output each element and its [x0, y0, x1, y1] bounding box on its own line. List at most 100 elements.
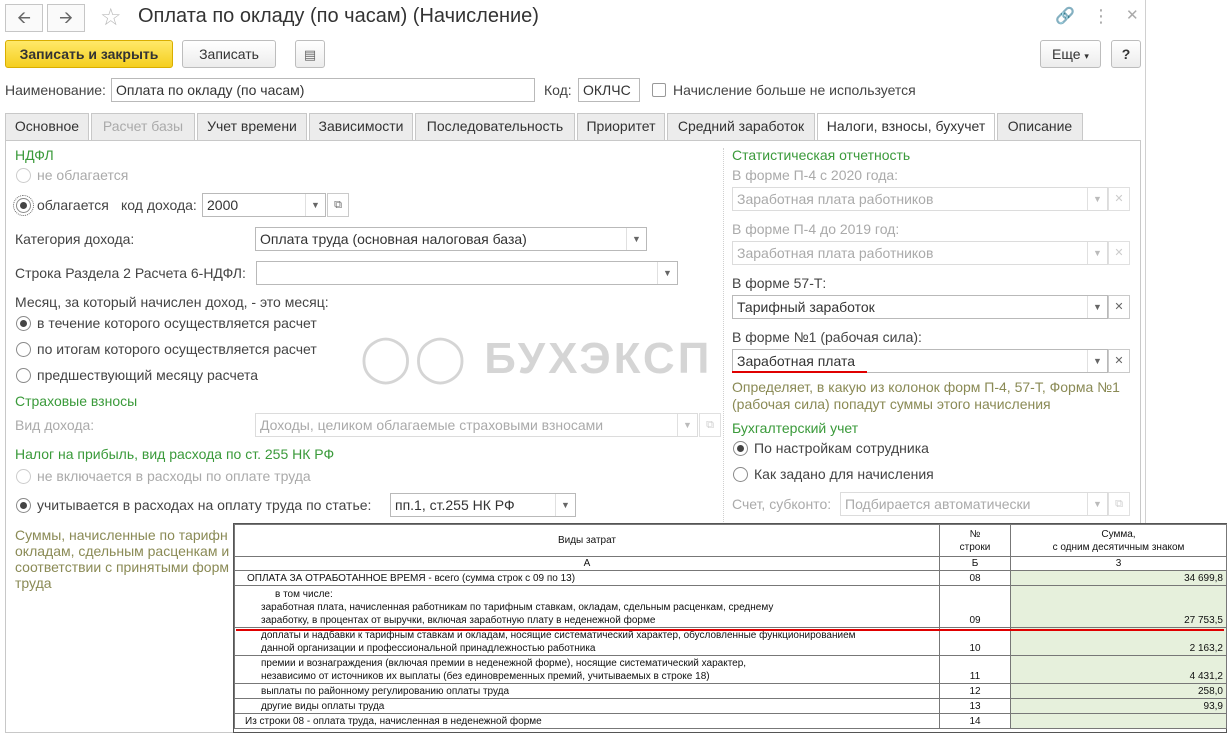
name-input[interactable]: Оплата по окладу (по часам) — [111, 78, 535, 102]
row-text: ОПЛАТА ЗА ОТРАБОТАННОЕ ВРЕМЯ - всего (су… — [234, 570, 940, 586]
month-result-radio[interactable] — [16, 342, 31, 357]
acc-by-employee-label: По настройкам сотрудника — [754, 440, 929, 456]
income-category-value: Оплата труда (основная налоговая база) — [260, 231, 527, 247]
forward-button[interactable]: 🡪 — [47, 4, 85, 32]
tab-main[interactable]: Основное — [5, 113, 89, 140]
form1-select[interactable]: Заработная плата ▼ — [732, 349, 1108, 373]
menu-dots-icon[interactable]: ⋮ — [1092, 6, 1110, 27]
open-icon[interactable]: ⧉ — [1108, 492, 1130, 516]
tab-bar: Основное Расчет базы Учет времени Зависи… — [5, 113, 1145, 141]
profit-included-label: учитывается в расходах на оплату труда п… — [37, 497, 372, 513]
code-input[interactable]: ОКЛЧС — [578, 78, 640, 102]
table-row: другие виды оплаты труда 13 93,9 — [234, 698, 1227, 714]
ndfl-section-title: НДФЛ — [15, 147, 54, 163]
close-icon[interactable]: ✕ — [1126, 6, 1139, 24]
tab-sequence[interactable]: Последовательность — [415, 113, 575, 140]
row-09-highlight-underline — [236, 629, 1224, 631]
chevron-down-icon[interactable]: ▼ — [1087, 493, 1107, 515]
chevron-down-icon[interactable]: ▼ — [677, 414, 697, 436]
row-code: 09 — [939, 585, 1011, 628]
profit-included-radio[interactable] — [16, 498, 31, 513]
open-icon[interactable]: ⧉ — [699, 413, 721, 437]
acc-as-specified-radio[interactable] — [733, 467, 748, 482]
income-code-label: код дохода: — [121, 197, 197, 213]
month-result-label: по итогам которого осуществляется расчет — [37, 341, 317, 357]
row-sum: 93,9 — [1010, 698, 1227, 714]
month-previous-radio[interactable] — [16, 368, 31, 383]
form57-label: В форме 57-Т: — [732, 275, 827, 291]
income-code-select[interactable]: 2000 ▼ — [202, 193, 326, 217]
document-list-icon: ▤ — [303, 47, 317, 62]
chevron-down-icon[interactable]: ▼ — [305, 194, 325, 216]
tab-priority[interactable]: Приоритет — [577, 113, 665, 140]
form57-value: Тарифный заработок — [737, 299, 875, 315]
row-text: выплаты по районному регулированию оплат… — [234, 683, 940, 699]
tab-base-calculation[interactable]: Расчет базы — [91, 113, 195, 140]
clear-icon[interactable]: ✕ — [1108, 349, 1130, 373]
tab-time-accounting[interactable]: Учет времени — [197, 113, 307, 140]
income-category-select[interactable]: Оплата труда (основная налоговая база) ▼ — [255, 227, 647, 251]
tab-taxes-contributions-accounting[interactable]: Налоги, взносы, бухучет — [817, 113, 995, 141]
account-select[interactable]: Подбирается автоматически ▼ — [840, 492, 1108, 516]
tab-average-earnings[interactable]: Средний заработок — [667, 113, 815, 140]
income-type-value: Доходы, целиком облагаемые страховыми вз… — [260, 417, 604, 433]
note-line-1: Суммы, начисленные по тарифн — [15, 527, 228, 543]
row-code: 14 — [939, 713, 1011, 729]
help-button[interactable]: ? — [1111, 40, 1141, 68]
chevron-down-icon[interactable]: ▼ — [1087, 242, 1107, 264]
form-hint-line-1: Определяет, в какую из колонок форм П-4,… — [732, 379, 1120, 395]
save-and-close-button[interactable]: Записать и закрыть — [5, 40, 173, 68]
form57-select[interactable]: Тарифный заработок ▼ — [732, 295, 1108, 319]
chevron-down-icon[interactable]: ▼ — [1087, 188, 1107, 210]
clear-icon[interactable]: ✕ — [1108, 295, 1130, 319]
p4-2020-select[interactable]: Заработная плата работников ▼ — [732, 187, 1108, 211]
profit-article-select[interactable]: пп.1, ст.255 НК РФ ▼ — [390, 493, 576, 517]
chevron-down-icon[interactable]: ▼ — [1087, 296, 1107, 318]
row-text: премии и вознаграждения (включая премии … — [234, 655, 940, 684]
watermark: ◯◯ БУХЭКСП — [360, 330, 712, 384]
ndfl-taxed-radio[interactable] — [13, 195, 34, 216]
arrow-right-icon: 🡪 — [59, 8, 73, 27]
clear-icon[interactable]: ✕ — [1108, 241, 1130, 265]
tab-dependencies[interactable]: Зависимости — [309, 113, 413, 140]
star-icon[interactable]: ☆ — [100, 3, 122, 32]
stats-section-title: Статистическая отчетность — [732, 147, 911, 163]
more-label: Еще — [1052, 46, 1081, 62]
arrow-left-icon: 🡨 — [17, 8, 31, 27]
letter-a: А — [234, 556, 940, 571]
chevron-down-icon[interactable]: ▼ — [555, 494, 575, 516]
section2-select[interactable]: ▼ — [256, 261, 678, 285]
month-previous-label: предшествующий месяцу расчета — [37, 367, 259, 383]
chevron-down-icon[interactable]: ▼ — [626, 228, 646, 250]
form1-highlight-underline — [732, 371, 867, 373]
document-list-button[interactable]: ▤ — [295, 40, 325, 68]
more-button[interactable]: Еще ▾ — [1040, 40, 1101, 68]
clear-icon[interactable]: ✕ — [1108, 187, 1130, 211]
chevron-down-icon[interactable]: ▼ — [1087, 350, 1107, 372]
form-hint-line-2: (рабочая сила) попадут суммы этого начис… — [732, 396, 1051, 412]
row-sum: 4 431,2 — [1010, 655, 1227, 684]
tab-description[interactable]: Описание — [997, 113, 1083, 140]
p4-2019-select[interactable]: Заработная плата работников ▼ — [732, 241, 1108, 265]
row-text-line2: данной организации и профессиональной пр… — [261, 643, 596, 654]
row-sum: 34 699,8 — [1010, 570, 1227, 586]
code-label: Код: — [544, 82, 572, 98]
unused-checkbox[interactable] — [652, 83, 666, 97]
row-text: Из строки 08 - оплата труда, начисленная… — [234, 713, 940, 729]
acc-by-employee-radio[interactable] — [733, 441, 748, 456]
row-text-line1: в том числе: — [275, 589, 333, 600]
chevron-down-icon: ▾ — [1084, 51, 1089, 61]
save-button[interactable]: Записать — [182, 40, 276, 68]
income-type-select[interactable]: Доходы, целиком облагаемые страховыми вз… — [255, 413, 698, 437]
account-value: Подбирается автоматически — [845, 496, 1031, 512]
open-icon[interactable]: ⧉ — [327, 193, 349, 217]
month-current-radio[interactable] — [16, 316, 31, 331]
chevron-down-icon[interactable]: ▼ — [657, 262, 677, 284]
accounting-section-title: Бухгалтерский учет — [732, 420, 859, 436]
back-button[interactable]: 🡨 — [5, 4, 43, 32]
ndfl-not-taxed-radio[interactable] — [16, 168, 31, 183]
month-current-label: в течение которого осуществляется расчет — [37, 315, 317, 331]
link-icon[interactable]: 🔗 — [1055, 6, 1075, 26]
header-row-number-line1: № — [969, 528, 981, 540]
profit-not-included-radio[interactable] — [16, 469, 31, 484]
